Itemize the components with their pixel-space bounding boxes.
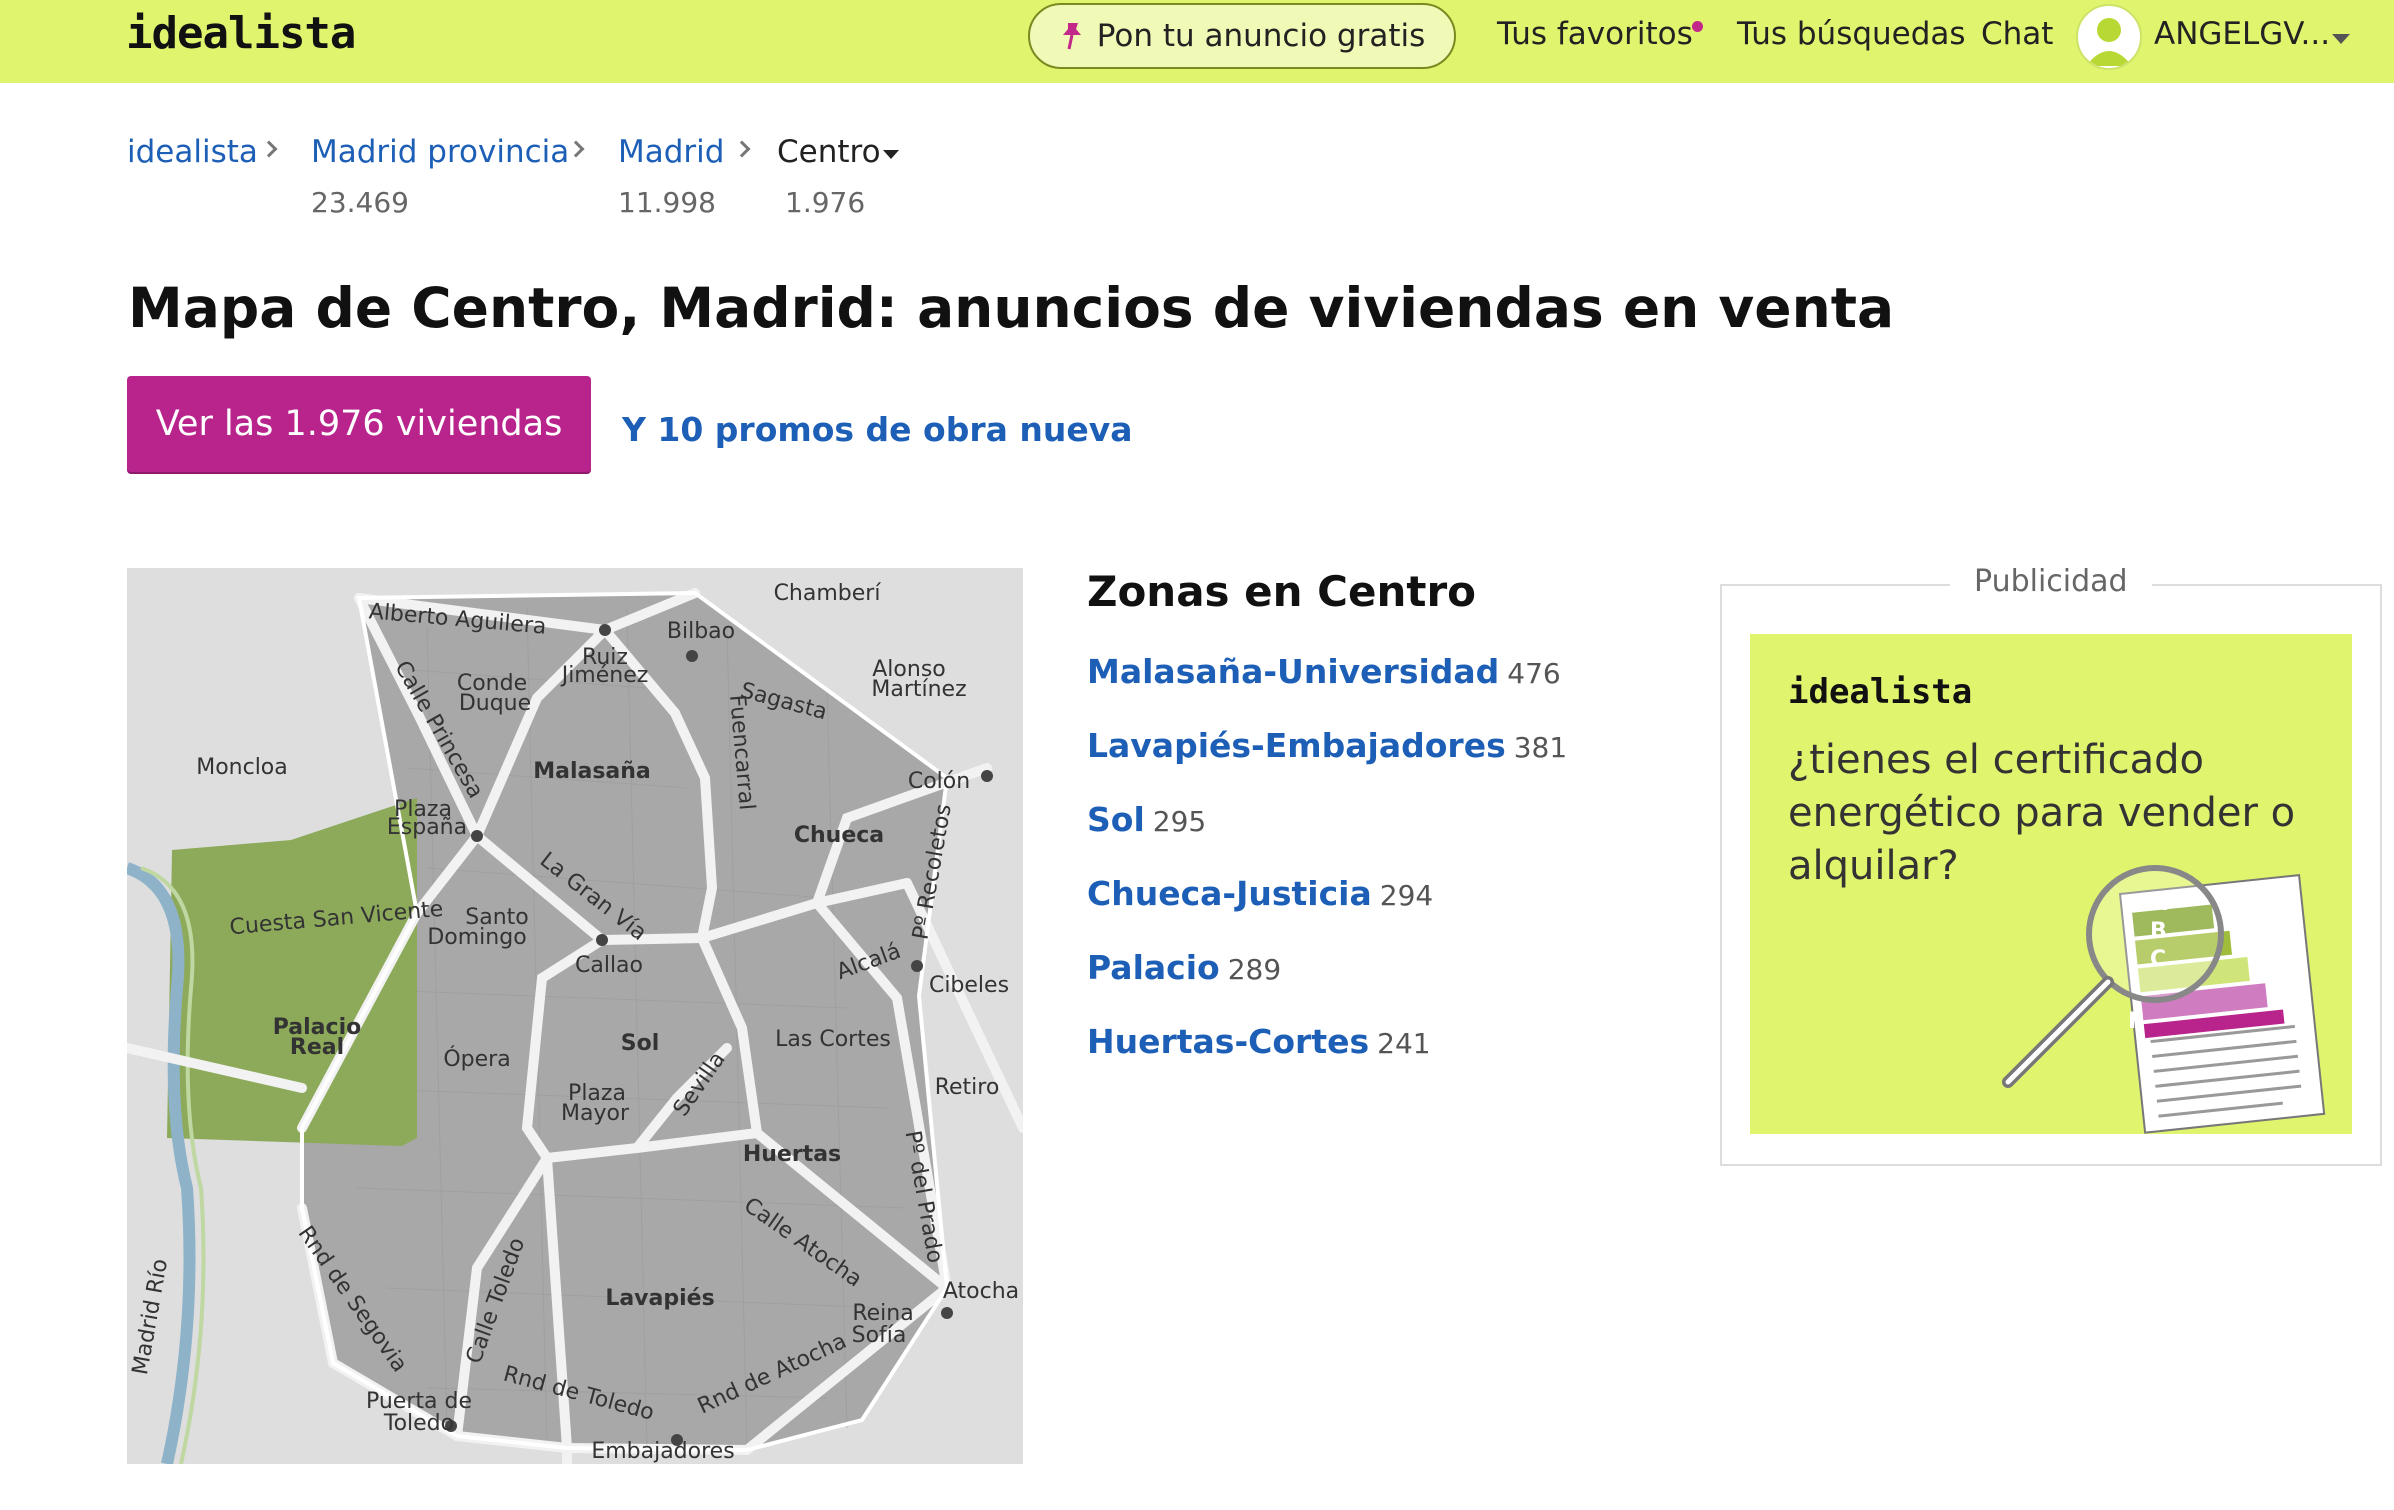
- zone-name: Chueca-Justicia: [1087, 874, 1372, 913]
- zone-name: Malasaña-Universidad: [1087, 652, 1500, 691]
- map-label: Retiro: [935, 1075, 1000, 1100]
- zone-link[interactable]: Lavapiés-Embajadores 381: [1087, 726, 1567, 765]
- breadcrumb-count: 1.976: [785, 186, 866, 219]
- map-label: Duque: [459, 691, 531, 716]
- user-icon: [2086, 18, 2132, 66]
- zone-count: 381: [1513, 731, 1568, 764]
- caret-down-icon[interactable]: [883, 150, 899, 159]
- nav-chat[interactable]: Chat: [1981, 16, 2053, 52]
- zone-link[interactable]: Chueca-Justicia 294: [1087, 874, 1433, 913]
- pin-icon: [1062, 23, 1081, 50]
- grade-b: B: [2150, 919, 2167, 944]
- map-label: Lavapiés: [605, 1286, 714, 1311]
- zone-name: Sol: [1087, 800, 1145, 839]
- nav-searches[interactable]: Tus búsquedas: [1737, 16, 1966, 52]
- chevron-down-icon[interactable]: [2332, 34, 2350, 44]
- zone-name: Lavapiés-Embajadores: [1087, 726, 1506, 765]
- zone-link[interactable]: Malasaña-Universidad 476: [1087, 652, 1561, 691]
- top-bar: idealista Pon tu anuncio gratis Tus favo…: [0, 0, 2394, 83]
- zone-link[interactable]: Huertas-Cortes 241: [1087, 1022, 1431, 1061]
- zone-count: 476: [1507, 657, 1561, 690]
- grade-f: F: [2128, 1009, 2143, 1034]
- breadcrumb-count: 11.998: [618, 186, 716, 219]
- map-label: Ópera: [443, 1046, 510, 1072]
- map-label: Real: [290, 1035, 344, 1060]
- map-label: Toledo: [383, 1411, 454, 1436]
- map-label: Bilbao: [667, 619, 735, 644]
- map-label: Domingo: [427, 925, 526, 950]
- zones-title: Zonas en Centro: [1087, 567, 1477, 616]
- publish-ad-label: Pon tu anuncio gratis: [1096, 18, 1426, 54]
- idealista-logo[interactable]: idealista: [126, 8, 356, 59]
- grade-c: C: [2150, 947, 2166, 972]
- publish-ad-button[interactable]: Pon tu anuncio gratis: [1028, 3, 1456, 69]
- map-label: Callao: [575, 953, 643, 978]
- energy-certificate-ad[interactable]: idealista ¿tienes el certificado energét…: [1750, 634, 2352, 1134]
- map-label: Moncloa: [196, 755, 288, 780]
- zone-name: Palacio: [1087, 948, 1220, 987]
- zone-link[interactable]: Palacio 289: [1087, 948, 1281, 987]
- map-label: Huertas: [743, 1142, 841, 1167]
- district-map[interactable]: Chamberí Bilbao Alberto Aguilera Ruiz Ji…: [127, 568, 1023, 1464]
- map-label: Malasaña: [533, 759, 651, 784]
- breadcrumb-count: 23.469: [311, 186, 409, 219]
- chevron-right-icon: [260, 140, 278, 158]
- map-label: Sofía: [852, 1323, 907, 1348]
- breadcrumb-madrid[interactable]: Madrid: [618, 134, 724, 170]
- map-label: Cibeles: [929, 973, 1009, 998]
- map-svg: Chamberí Bilbao Alberto Aguilera Ruiz Ji…: [127, 568, 1023, 1464]
- map-label: Atocha: [943, 1279, 1019, 1304]
- map-label: Chamberí: [774, 581, 882, 606]
- map-label: Chueca: [794, 823, 884, 848]
- ad-label: Publicidad: [1950, 564, 2152, 599]
- map-label: Mayor: [561, 1101, 630, 1126]
- zone-count: 295: [1152, 805, 1207, 838]
- grade-a: A: [2150, 891, 2167, 916]
- breadcrumb-madrid-provincia[interactable]: Madrid provincia: [311, 134, 569, 170]
- chevron-right-icon: [733, 140, 751, 158]
- map-label: Martínez: [871, 677, 966, 702]
- map-label: Embajadores: [591, 1439, 734, 1464]
- zone-count: 289: [1227, 953, 1282, 986]
- zone-count: 294: [1379, 879, 1434, 912]
- breadcrumb-centro[interactable]: Centro: [777, 134, 881, 170]
- zone-count: 241: [1377, 1027, 1431, 1060]
- map-label: Jiménez: [560, 663, 649, 688]
- view-listings-button[interactable]: Ver las 1.976 viviendas: [127, 376, 591, 472]
- user-menu-label[interactable]: ANGELGV...: [2154, 16, 2330, 52]
- page-title: Mapa de Centro, Madrid: anuncios de vivi…: [128, 276, 1895, 340]
- chevron-right-icon: [567, 140, 585, 158]
- zone-name: Huertas-Cortes: [1087, 1022, 1370, 1061]
- map-label: Sol: [621, 1031, 660, 1056]
- user-avatar[interactable]: [2076, 4, 2142, 70]
- map-label: Colón: [908, 769, 970, 794]
- magnifier-document-icon: A B C F: [2002, 865, 2326, 1134]
- breadcrumb-idealista[interactable]: idealista: [127, 134, 258, 170]
- zone-link[interactable]: Sol 295: [1087, 800, 1206, 839]
- map-label: España: [387, 815, 467, 840]
- nav-favorites[interactable]: Tus favoritos: [1497, 16, 1693, 52]
- notification-dot: [1692, 21, 1703, 32]
- map-label: Las Cortes: [775, 1027, 891, 1052]
- new-developments-link[interactable]: Y 10 promos de obra nueva: [622, 410, 1133, 449]
